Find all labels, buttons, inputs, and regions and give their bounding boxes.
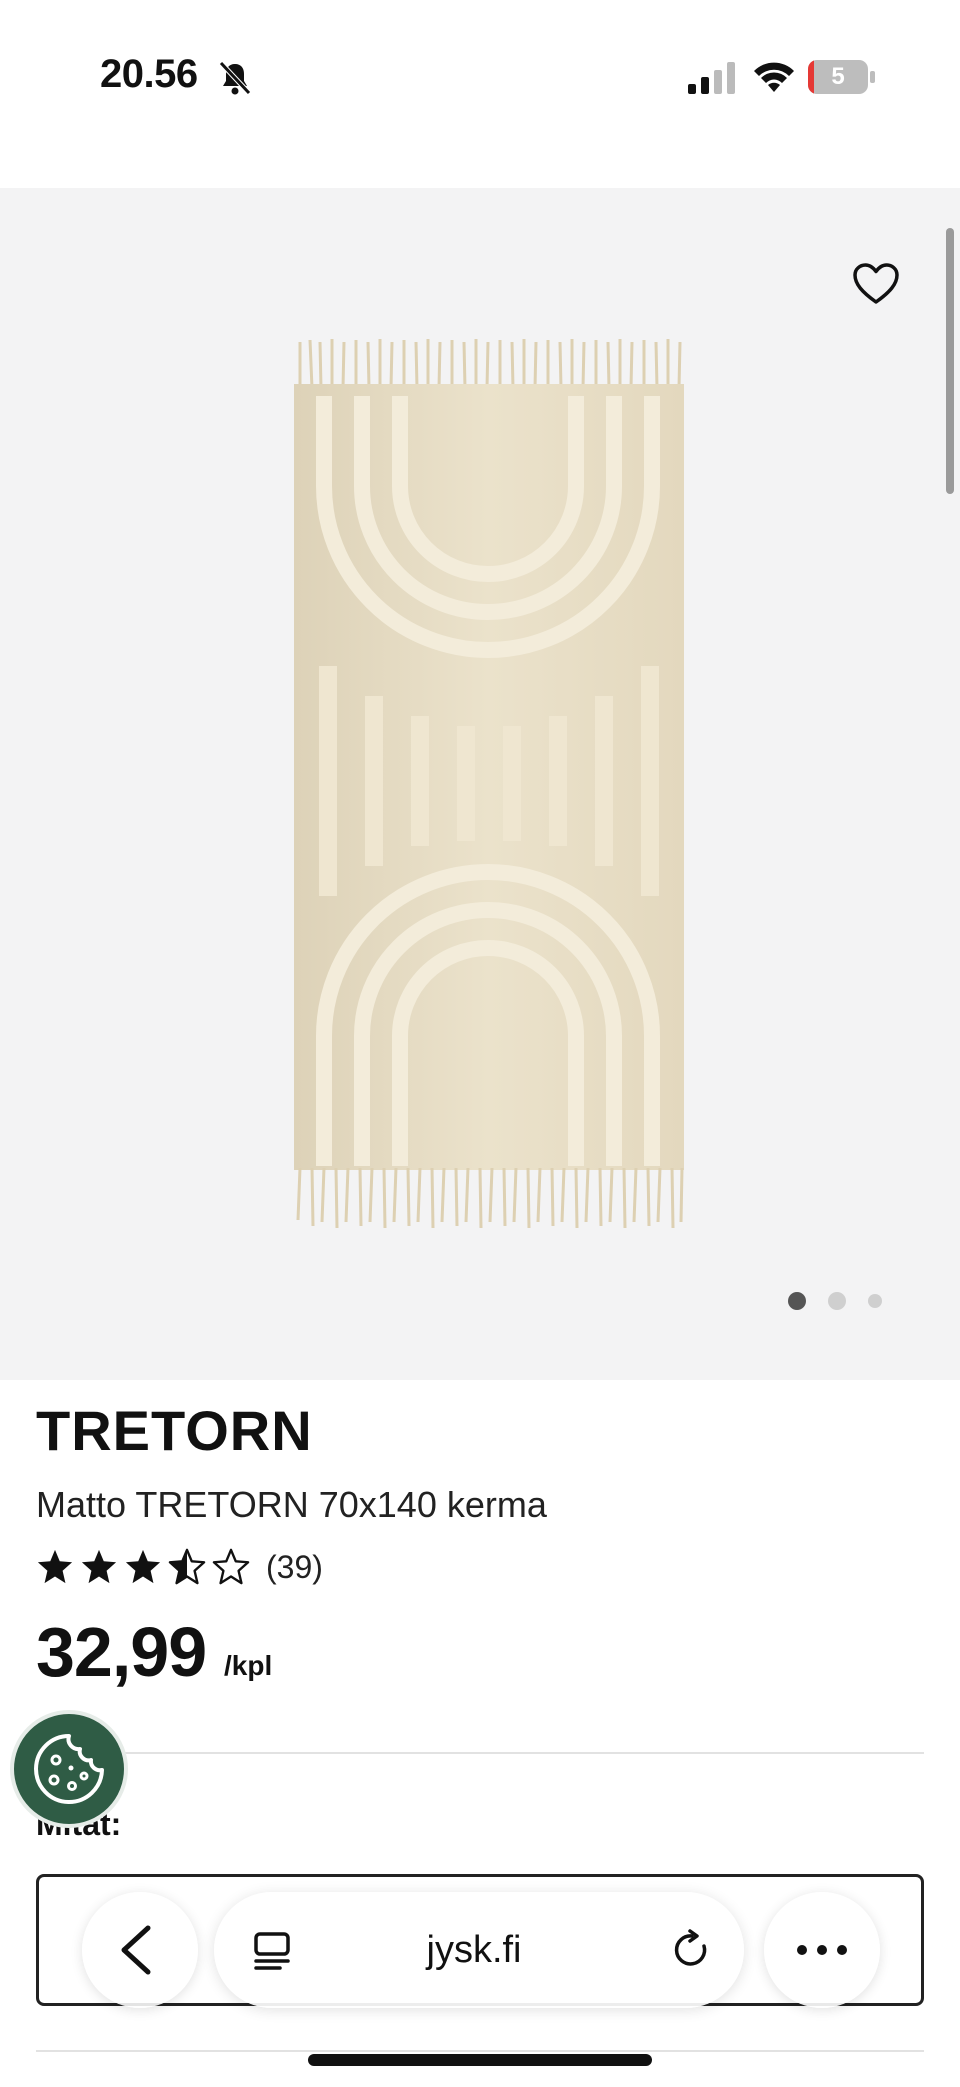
url-text[interactable]: jysk.fi bbox=[354, 1892, 594, 2008]
star-full-icon bbox=[81, 1549, 117, 1584]
page-scrollbar[interactable] bbox=[946, 228, 954, 494]
cookie-settings-button[interactable] bbox=[10, 1710, 128, 1828]
home-indicator[interactable] bbox=[308, 2054, 652, 2066]
reload-icon[interactable] bbox=[670, 1928, 714, 1972]
bell-slash-icon bbox=[219, 61, 251, 95]
status-time: 20.56 bbox=[100, 52, 198, 96]
rating-count: (39) bbox=[266, 1548, 323, 1585]
product-price: 32,99 bbox=[36, 1613, 207, 1691]
wifi-icon bbox=[754, 62, 794, 92]
product-brand: TRETORN bbox=[36, 1399, 313, 1462]
browser-back-button[interactable] bbox=[82, 1892, 198, 2008]
pagination-dot[interactable] bbox=[788, 1292, 806, 1310]
price-unit: /kpl bbox=[224, 1650, 273, 1681]
status-bar: 20.56 5 bbox=[0, 0, 960, 188]
star-full-icon bbox=[37, 1549, 73, 1584]
cellular-signal-icon bbox=[688, 62, 735, 94]
divider bbox=[36, 2050, 924, 2052]
browser-more-button[interactable] bbox=[764, 1892, 880, 2008]
more-icon bbox=[797, 1945, 847, 1955]
gallery-pagination[interactable] bbox=[788, 1290, 882, 1312]
pagination-dot[interactable] bbox=[828, 1292, 846, 1310]
reader-icon[interactable] bbox=[250, 1928, 294, 1972]
product-rating[interactable]: (39) bbox=[36, 1548, 323, 1586]
cookie-icon bbox=[34, 1734, 104, 1804]
address-bar[interactable]: jysk.fi bbox=[214, 1892, 744, 2008]
pagination-dot[interactable] bbox=[868, 1294, 882, 1308]
heart-icon[interactable] bbox=[852, 262, 900, 306]
star-full-icon bbox=[125, 1549, 161, 1584]
star-empty-icon bbox=[212, 1548, 250, 1585]
back-chevron-icon bbox=[121, 1925, 151, 1975]
rug-image bbox=[294, 339, 684, 1229]
battery-level: 5 bbox=[831, 63, 845, 90]
star-half-icon bbox=[168, 1548, 206, 1585]
divider bbox=[36, 1752, 924, 1754]
product-name: Matto TRETORN 70x140 kerma bbox=[36, 1484, 547, 1525]
battery-icon: 5 bbox=[808, 60, 876, 94]
